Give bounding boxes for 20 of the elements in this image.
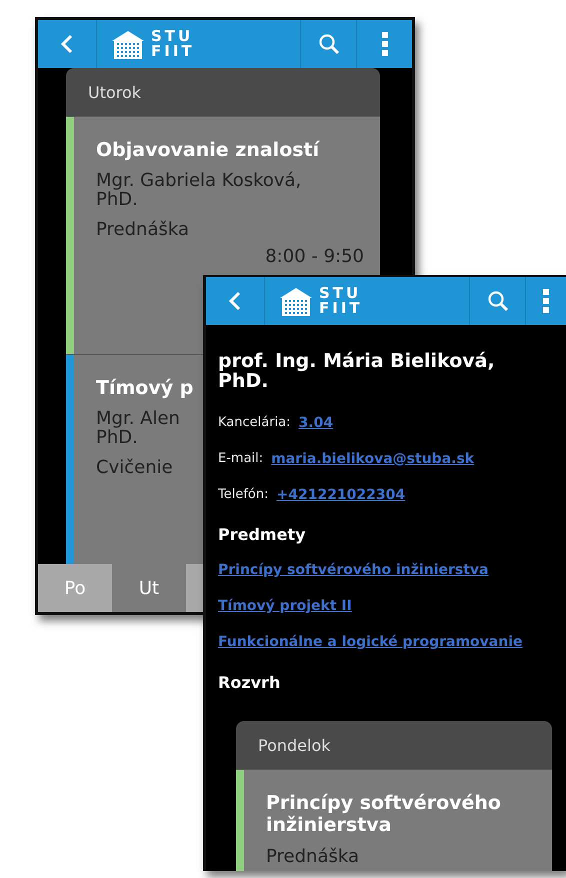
lesson-title: Objavovanie znalostí: [96, 139, 320, 161]
lesson-time: 8:00 - 9:50: [264, 247, 364, 267]
logo-text: STU FIIT: [151, 29, 195, 59]
field-label: Kancelária:: [218, 414, 291, 432]
logo-text: STU FIIT: [319, 286, 363, 316]
field-label: E-mail:: [218, 450, 264, 468]
section-heading: Predmety: [218, 524, 307, 546]
lesson-title: Princípy softvérového inžinierstva: [266, 792, 502, 836]
lesson-title: Tímový p: [96, 377, 194, 399]
lesson-type: Prednáška: [266, 846, 359, 868]
lesson-teacher: PhD.: [96, 428, 138, 447]
section-heading: Rozvrh: [218, 672, 282, 694]
person-name: prof. Ing. Mária Bieliková, PhD.: [218, 351, 496, 391]
field-label: Telefón:: [218, 486, 268, 504]
day-header: Pondelok: [236, 721, 552, 769]
lesson-teacher: Mgr. Alen: [96, 409, 180, 428]
day-header: Utorok: [66, 68, 380, 116]
lesson-type: Prednáška: [96, 219, 189, 241]
lesson-type: Cvičenie: [96, 457, 173, 479]
lesson-teacher: Mgr. Gabriela Kosková, PhD.: [96, 171, 302, 209]
